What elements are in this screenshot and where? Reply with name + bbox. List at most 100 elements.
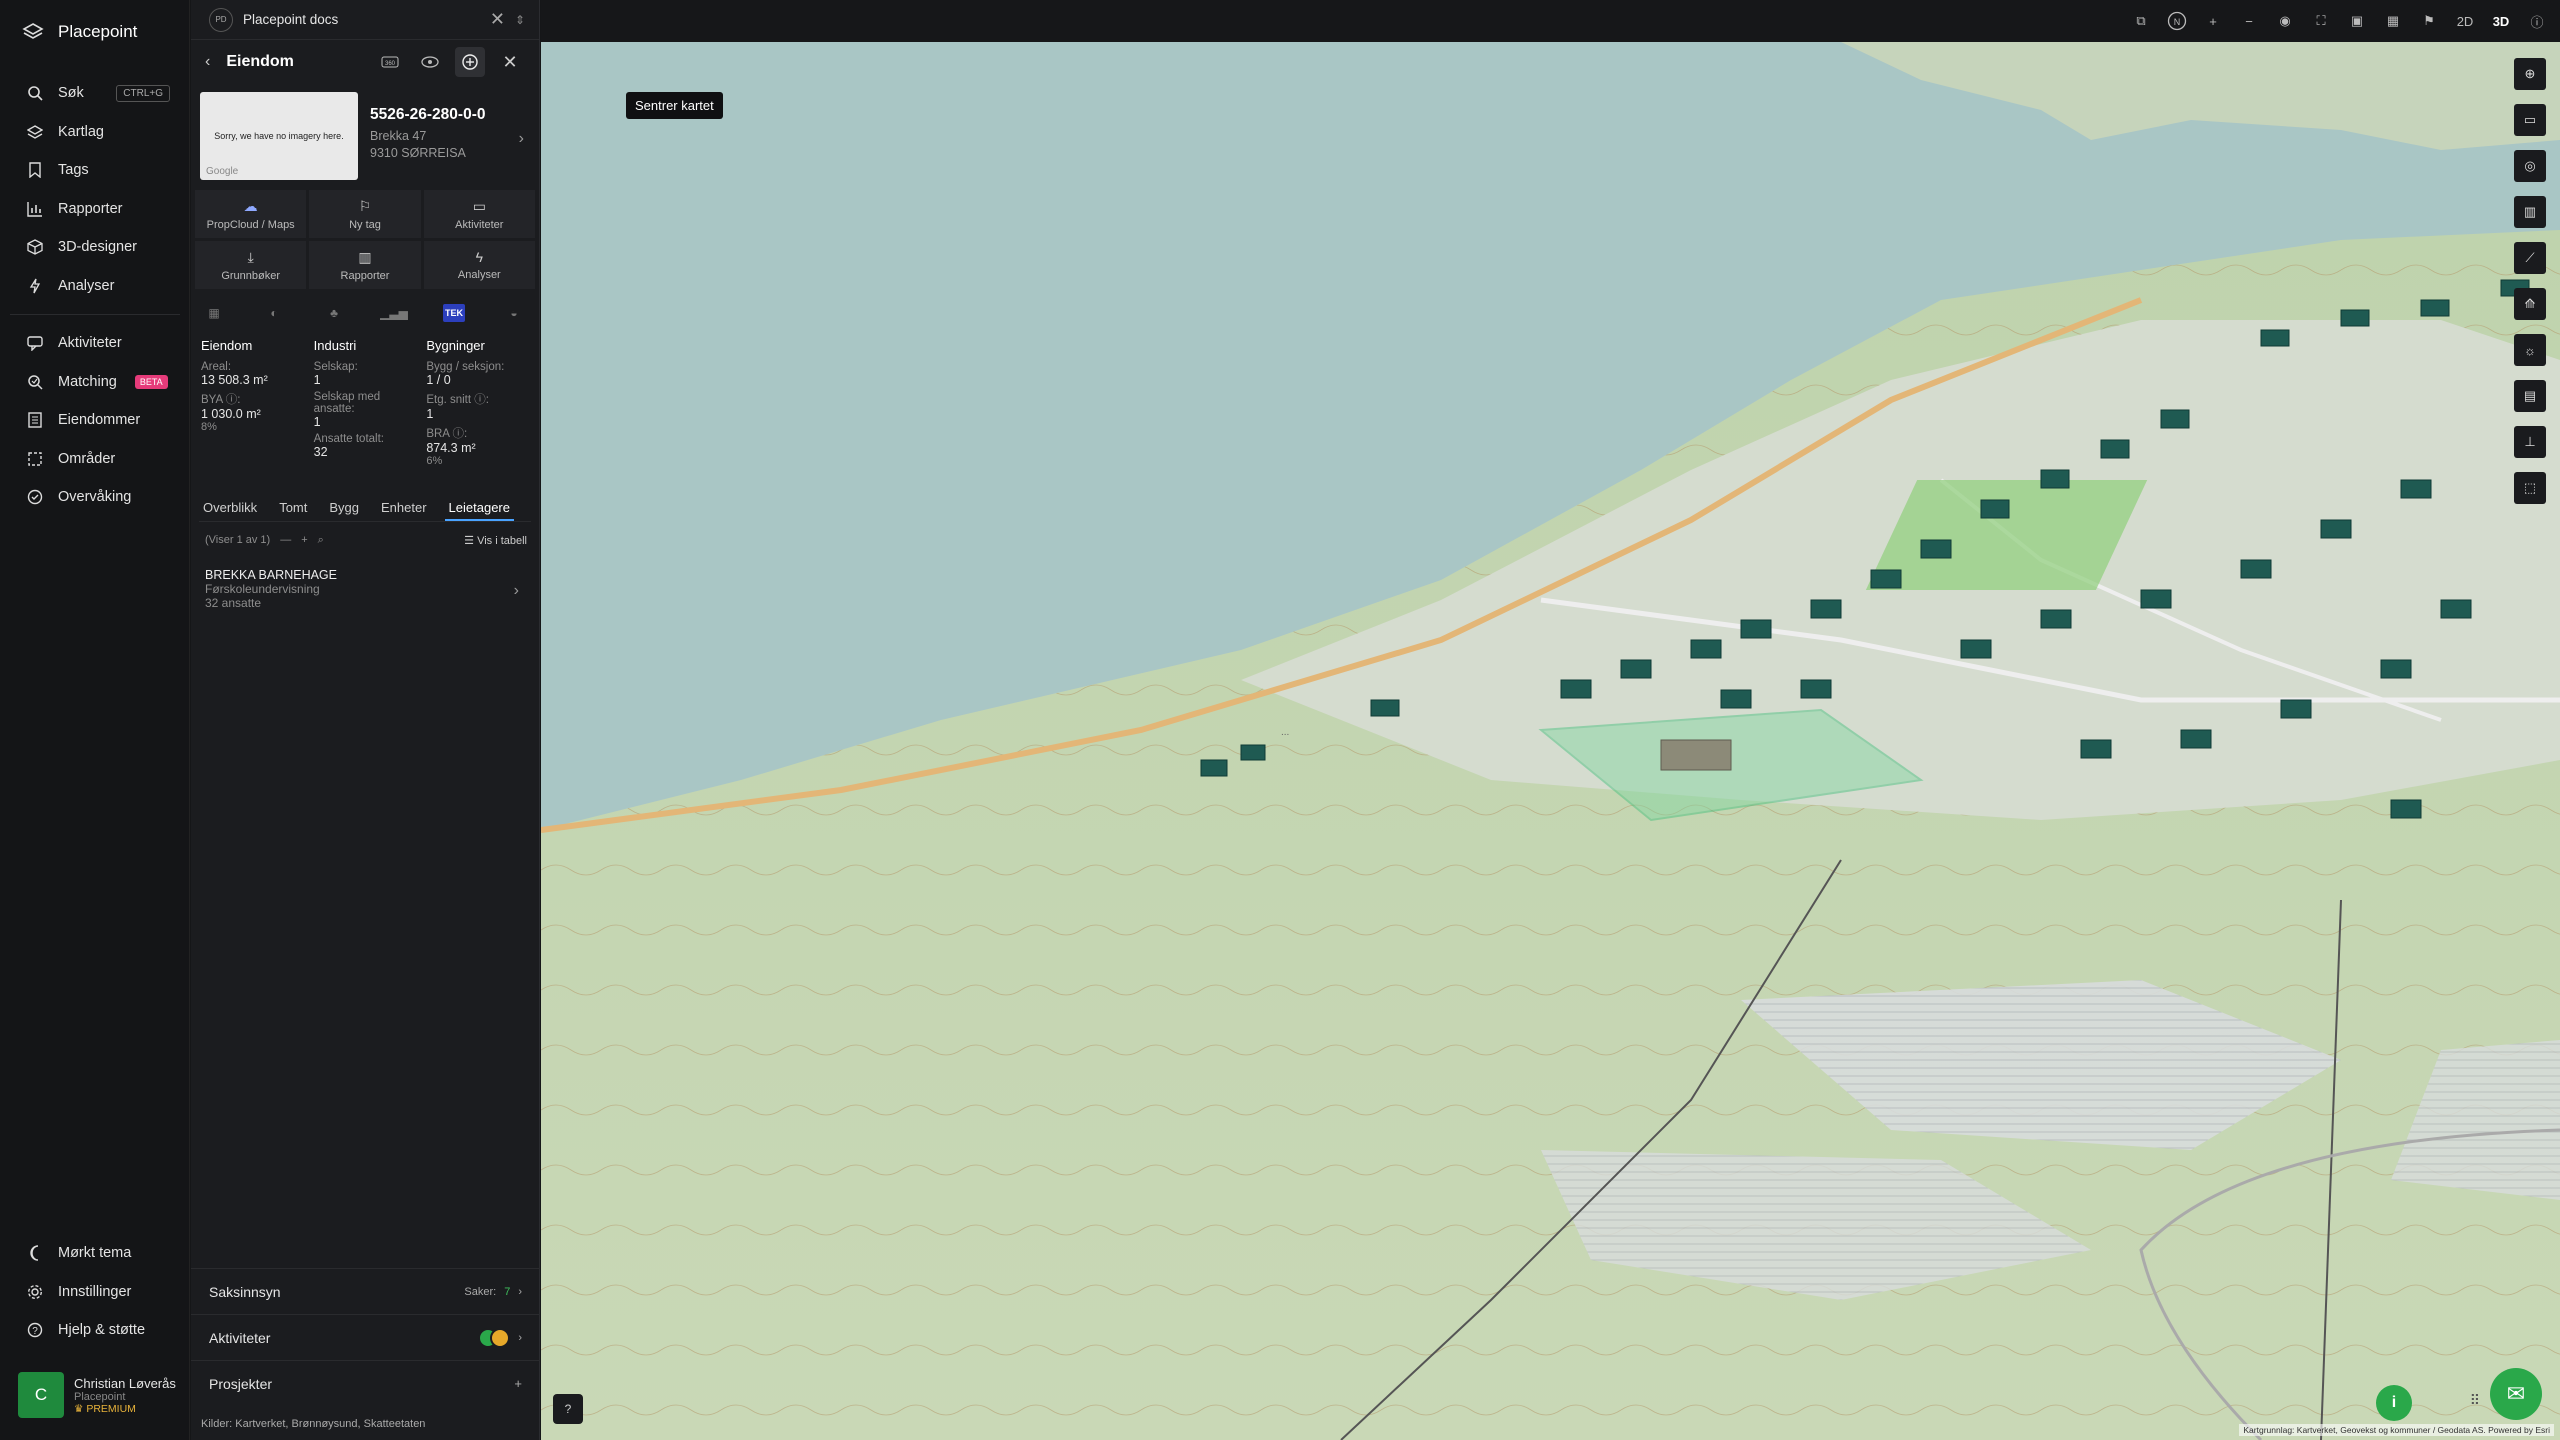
tab-overblikk[interactable]: Overblikk bbox=[199, 496, 261, 521]
sun-icon[interactable]: ☼ bbox=[2514, 334, 2546, 366]
close-icon[interactable]: ✕ bbox=[490, 9, 505, 30]
map-help-button[interactable]: ? bbox=[553, 1394, 583, 1424]
info-button[interactable]: i bbox=[2376, 1385, 2412, 1421]
building-height-icon[interactable]: ▤ bbox=[2514, 380, 2546, 412]
brand[interactable]: Placepoint bbox=[22, 20, 137, 44]
building[interactable] bbox=[2080, 739, 2112, 759]
doc-title[interactable]: Placepoint docs bbox=[243, 12, 338, 27]
building[interactable] bbox=[2380, 659, 2412, 679]
nav-item-settings[interactable]: Innstillinger bbox=[0, 1273, 190, 1312]
building[interactable] bbox=[2040, 469, 2070, 489]
building[interactable] bbox=[2180, 729, 2212, 749]
chat-button[interactable]: ✉ bbox=[2490, 1368, 2542, 1420]
building[interactable] bbox=[1980, 499, 2010, 519]
zoom-out-icon[interactable]: − bbox=[2238, 10, 2260, 32]
building[interactable] bbox=[2040, 609, 2072, 629]
building[interactable] bbox=[2100, 439, 2130, 459]
nav-item-sok[interactable]: Søk CTRL+G bbox=[0, 74, 190, 113]
close-panel-icon[interactable]: ✕ bbox=[495, 47, 525, 77]
propcloud-button[interactable]: ☁ PropCloud / Maps bbox=[195, 190, 307, 238]
tree-icon[interactable]: ♣ bbox=[323, 304, 345, 322]
nav-item-omrader[interactable]: Områder bbox=[0, 440, 190, 479]
nav-item-kartlag[interactable]: Kartlag bbox=[0, 113, 190, 152]
nav-item-eiendommer[interactable]: Eiendommer bbox=[0, 401, 190, 440]
back-icon[interactable]: ‹ bbox=[205, 53, 210, 71]
list-item[interactable]: BREKKA BARNEHAGE Førskoleundervisning 32… bbox=[205, 568, 527, 610]
info-icon[interactable]: ⓘ bbox=[2526, 10, 2548, 32]
elevation-icon[interactable]: ⟰ bbox=[2514, 288, 2546, 320]
tab-enheter[interactable]: Enheter bbox=[377, 496, 431, 521]
search-map-icon[interactable]: ⊕ bbox=[2514, 58, 2546, 90]
building[interactable] bbox=[2440, 599, 2472, 619]
section-saksinnsyn[interactable]: Saksinnsyn Saker: 7 › bbox=[191, 1268, 540, 1314]
building[interactable] bbox=[1920, 539, 1952, 559]
building[interactable] bbox=[2340, 309, 2370, 327]
grid-icon[interactable]: ▦ bbox=[203, 304, 225, 322]
chart-icon[interactable]: ▥ bbox=[2514, 196, 2546, 228]
map-canvas[interactable]: ... bbox=[541, 0, 2560, 1440]
source-skatteetaten[interactable]: Skatteetaten bbox=[364, 1418, 426, 1430]
grunnboker-button[interactable]: ⤓ Grunnbøker bbox=[195, 241, 307, 289]
nav-item-aktiviteter[interactable]: Aktiviteter bbox=[0, 324, 190, 363]
reports-button[interactable]: ▥ Rapporter bbox=[309, 241, 421, 289]
building[interactable] bbox=[2240, 559, 2272, 579]
kindergarten-building[interactable] bbox=[1660, 739, 1732, 771]
grid-icon[interactable]: ▦ bbox=[2382, 10, 2404, 32]
nav-item-analyser[interactable]: Analyser bbox=[0, 267, 190, 306]
building[interactable] bbox=[1740, 619, 1772, 639]
energy-bars-icon[interactable]: ▁▃▅ bbox=[380, 304, 408, 322]
building[interactable] bbox=[1690, 639, 1722, 659]
mode-2d-button[interactable]: 2D bbox=[2454, 10, 2476, 32]
building[interactable] bbox=[2280, 699, 2312, 719]
zoom-in-icon[interactable]: + bbox=[2202, 10, 2224, 32]
building[interactable] bbox=[2420, 299, 2450, 317]
street-view-icon[interactable]: 360 bbox=[375, 47, 405, 77]
building[interactable] bbox=[2400, 479, 2432, 499]
plus-icon[interactable]: + bbox=[301, 534, 307, 546]
globe-icon[interactable]: ◐ bbox=[263, 304, 285, 322]
plus-icon[interactable]: + bbox=[514, 1376, 522, 1391]
profile-icon[interactable]: ⊥ bbox=[2514, 426, 2546, 458]
tab-leietagere[interactable]: Leietagere bbox=[444, 496, 514, 521]
building[interactable] bbox=[1240, 744, 1266, 761]
building[interactable] bbox=[1720, 689, 1752, 709]
view-table-button[interactable]: ☰ Vis i tabell bbox=[464, 534, 527, 547]
section-prosjekter[interactable]: Prosjekter + bbox=[191, 1360, 540, 1406]
building[interactable] bbox=[1800, 679, 1832, 699]
more-icon[interactable]: ◒ bbox=[503, 304, 525, 322]
tab-bygg[interactable]: Bygg bbox=[325, 496, 363, 521]
new-tag-button[interactable]: ⚐ Ny tag bbox=[309, 190, 421, 238]
nav-item-matching[interactable]: Matching BETA bbox=[0, 363, 190, 402]
nav-item-3d-designer[interactable]: 3D-designer bbox=[0, 228, 190, 267]
building[interactable] bbox=[2160, 409, 2190, 429]
building[interactable] bbox=[1810, 599, 1842, 619]
fullscreen-icon[interactable]: ⛶ bbox=[2310, 10, 2332, 32]
nav-item-help[interactable]: ? Hjelp & støtte bbox=[0, 1311, 190, 1350]
nav-item-dark-theme[interactable]: Mørkt tema bbox=[0, 1234, 190, 1273]
analyses-button[interactable]: ϟ Analyser bbox=[423, 241, 535, 289]
mode-3d-button[interactable]: 3D bbox=[2490, 10, 2512, 32]
search-icon[interactable]: ⌕ bbox=[318, 534, 324, 547]
building[interactable] bbox=[2140, 589, 2172, 609]
building[interactable] bbox=[2260, 329, 2290, 347]
layers-icon[interactable]: ⧉ bbox=[2130, 10, 2152, 32]
tab-tomt[interactable]: Tomt bbox=[275, 496, 311, 521]
eye-icon[interactable]: ◉ bbox=[2274, 10, 2296, 32]
view-icon[interactable]: ◎ bbox=[2514, 150, 2546, 182]
activities-button[interactable]: ▭ Aktiviteter bbox=[423, 190, 535, 238]
building[interactable] bbox=[1620, 659, 1652, 679]
building[interactable] bbox=[2390, 799, 2422, 819]
minus-icon[interactable]: — bbox=[280, 534, 291, 546]
drag-handle-icon[interactable]: ⠿ bbox=[2470, 1392, 2480, 1409]
bookmark-icon[interactable]: ⚑ bbox=[2418, 10, 2440, 32]
section-aktiviteter[interactable]: Aktiviteter › bbox=[191, 1314, 540, 1360]
camera-icon[interactable]: ▣ bbox=[2346, 10, 2368, 32]
source-bronnoysund[interactable]: Brønnøysund, bbox=[292, 1418, 361, 1430]
building[interactable] bbox=[1560, 679, 1592, 699]
property-card[interactable]: Sorry, we have no imagery here. Google 5… bbox=[200, 92, 532, 180]
building[interactable] bbox=[1370, 699, 1400, 717]
export-icon[interactable]: ⬚ bbox=[2514, 472, 2546, 504]
building[interactable] bbox=[2320, 519, 2352, 539]
tek-icon[interactable]: TEK bbox=[443, 304, 465, 322]
slope-icon[interactable]: ⟋ bbox=[2514, 242, 2546, 274]
